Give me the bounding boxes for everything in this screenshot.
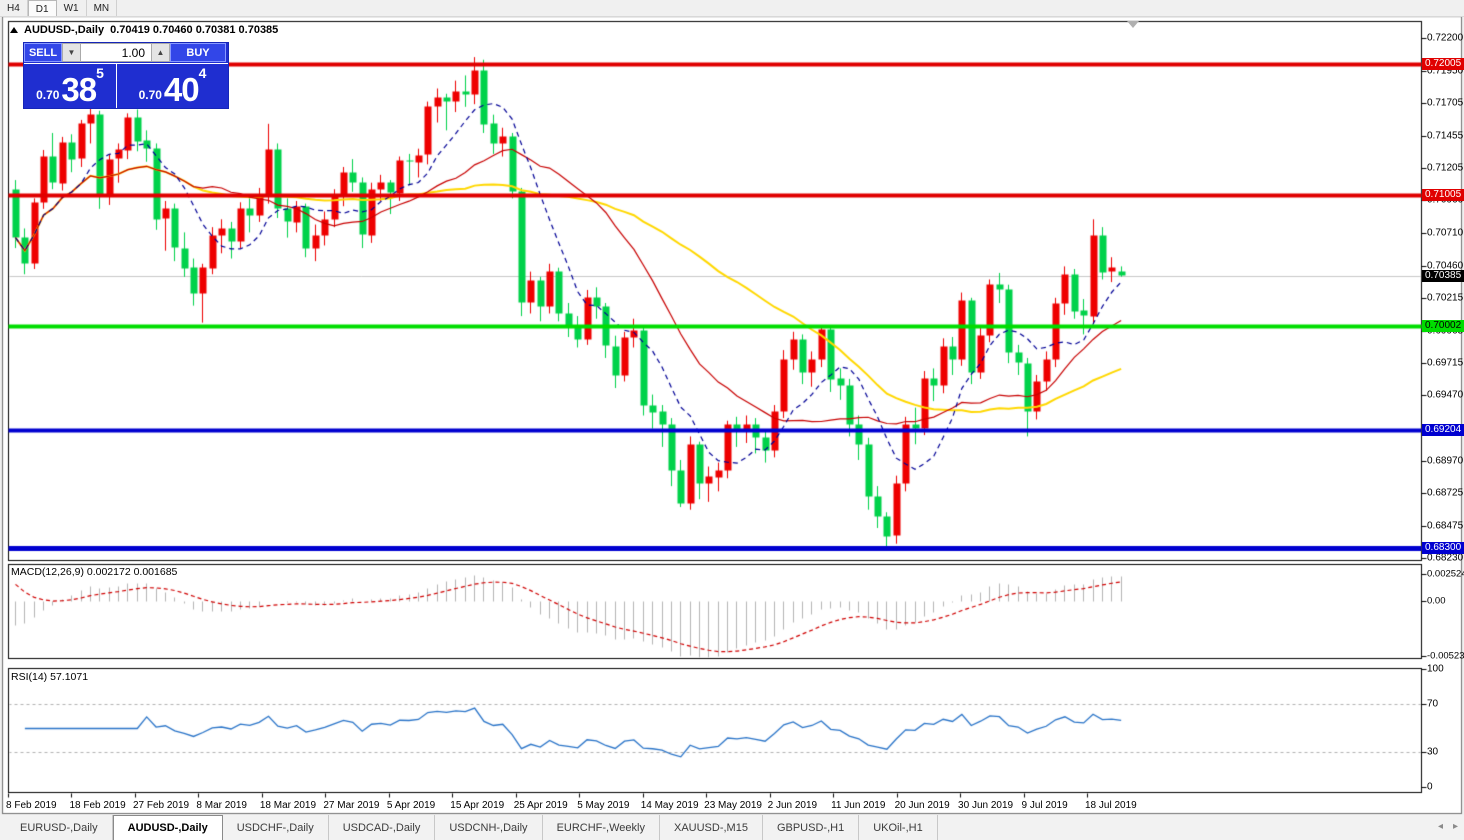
- price-axis-tick: 0.71205: [1427, 162, 1464, 174]
- price-axis-tick: 0.70215: [1427, 292, 1464, 304]
- date-axis-label: 8 Feb 2019: [6, 800, 57, 811]
- volume-increment-icon[interactable]: ▲: [151, 43, 170, 62]
- date-axis-label: 25 Apr 2019: [513, 800, 568, 811]
- chart-tab-audusd-daily[interactable]: AUDUSD-,Daily: [112, 815, 223, 840]
- price-axis-badge: 0.69204: [1422, 424, 1464, 437]
- buy-button[interactable]: BUY: [170, 43, 226, 62]
- date-axis-label: 18 Feb 2019: [69, 800, 126, 811]
- date-axis-label: 5 Apr 2019: [386, 800, 436, 811]
- timeframe-toolbar: H4 D1 W1 MN: [0, 0, 1464, 17]
- price-axis-badge: 0.68300: [1422, 542, 1464, 555]
- date-axis-label: 5 May 2019: [577, 800, 630, 811]
- price-axis-tick: 0.68475: [1427, 520, 1464, 532]
- price-axis-tick: 0.70710: [1427, 227, 1464, 239]
- date-axis-label: 18 Jul 2019: [1084, 800, 1137, 811]
- date-axis-label: 18 Mar 2019: [259, 800, 317, 811]
- date-axis-label: 30 Jun 2019: [958, 800, 1014, 811]
- date-axis-label: 27 Feb 2019: [132, 800, 190, 811]
- macd-label: MACD(12,26,9) 0.002172 0.001685: [11, 566, 178, 578]
- rsi-axis-tick: 30: [1427, 746, 1439, 758]
- price-axis-tick: 0.71705: [1427, 97, 1464, 109]
- chart-ohlc-values: 0.70419 0.70460 0.70381 0.70385: [110, 24, 279, 36]
- date-axis-label: 9 Jul 2019: [1021, 800, 1068, 811]
- macd-axis-tick: -0.005234: [1427, 650, 1464, 662]
- price-axis-badge: 0.72005: [1422, 57, 1464, 70]
- tab-scroll-arrows: ◂ ▸: [1438, 818, 1458, 836]
- volume-decrement-icon[interactable]: ▼: [62, 43, 81, 62]
- timeframe-button-mn[interactable]: MN: [87, 0, 118, 16]
- buy-price-prefix: 0.70: [138, 88, 162, 102]
- chart-tab-eurchf-weekly[interactable]: EURCHF-,Weekly: [543, 815, 660, 840]
- sell-price-sup: 5: [96, 65, 104, 81]
- price-axis-tick: 0.71455: [1427, 130, 1464, 142]
- date-axis-label: 2 Jun 2019: [767, 800, 818, 811]
- date-axis-label: 8 Mar 2019: [196, 800, 247, 811]
- buy-price-big: 40: [163, 71, 200, 108]
- volume-input[interactable]: 1.00: [81, 43, 151, 62]
- macd-axis-tick: 0.002524: [1427, 568, 1464, 580]
- date-axis-label: 15 Apr 2019: [450, 800, 505, 811]
- chart-tab-ukoil-h1[interactable]: UKOil-,H1: [859, 815, 938, 840]
- chart-tab-eurusd-daily[interactable]: EURUSD-,Daily: [6, 815, 113, 840]
- buy-price[interactable]: 0.70 40 4: [117, 63, 228, 108]
- date-axis-label: 11 Jun 2019: [831, 800, 886, 811]
- chart-tab-usdchf-daily[interactable]: USDCHF-,Daily: [223, 815, 329, 840]
- date-axis-label: 27 Mar 2019: [323, 800, 380, 811]
- sell-button[interactable]: SELL: [24, 43, 62, 62]
- date-axis-label: 20 Jun 2019: [894, 800, 950, 811]
- chart-tabbar: EURUSD-,Daily AUDUSD-,Daily USDCHF-,Daily U…: [0, 815, 1464, 840]
- timeframe-button-h4[interactable]: H4: [0, 0, 28, 16]
- sell-price-big: 38: [61, 71, 97, 108]
- one-click-trade-panel: SELL ▼ 1.00 ▲ BUY 0.70 38 5 0.70 40 4: [24, 43, 228, 108]
- rsi-axis-tick: 70: [1427, 698, 1439, 710]
- sell-price-prefix: 0.70: [36, 88, 60, 102]
- price-axis-tick: 0.69715: [1427, 357, 1464, 369]
- price-axis-tick: 0.72200: [1427, 32, 1464, 44]
- chart-tab-xauusd-m15[interactable]: XAUUSD-,M15: [660, 815, 763, 840]
- price-chart-canvas[interactable]: [0, 0, 1464, 840]
- rsi-label: RSI(14) 57.1071: [11, 671, 89, 683]
- price-axis-tick: 0.68725: [1427, 487, 1464, 499]
- macd-axis-tick: 0.00: [1427, 595, 1446, 607]
- price-axis-badge: 0.70002: [1422, 319, 1464, 332]
- rsi-axis-tick: 100: [1427, 663, 1444, 675]
- chart-tab-usdcnh-daily[interactable]: USDCNH-,Daily: [435, 815, 543, 840]
- timeframe-button-w1[interactable]: W1: [57, 0, 87, 16]
- price-axis-badge: 0.71005: [1422, 188, 1464, 201]
- tab-scroll-left-icon[interactable]: ◂: [1438, 818, 1443, 836]
- chart-tab-usdcad-daily[interactable]: USDCAD-,Daily: [329, 815, 436, 840]
- price-axis-badge: 0.70385: [1422, 269, 1464, 282]
- buy-price-sup: 4: [198, 65, 207, 81]
- price-axis-tick: 0.68970: [1427, 455, 1464, 467]
- chart-symbol: AUDUSD-,Daily: [24, 24, 105, 36]
- date-axis-label: 23 May 2019: [704, 800, 762, 811]
- date-axis-label: 14 May 2019: [640, 800, 699, 811]
- symbol-triangle-icon: [10, 27, 18, 33]
- chart-shift-marker-icon: [1127, 21, 1139, 28]
- chart-title: AUDUSD-,Daily 0.70419 0.70460 0.70381 0.…: [10, 24, 278, 36]
- timeframe-button-d1[interactable]: D1: [27, 0, 57, 16]
- sell-price[interactable]: 0.70 38 5: [24, 63, 117, 108]
- rsi-axis-tick: 0: [1427, 781, 1433, 793]
- tab-scroll-right-icon[interactable]: ▸: [1453, 818, 1458, 836]
- price-axis-tick: 0.69470: [1427, 389, 1464, 401]
- chart-tab-gbpusd-h1[interactable]: GBPUSD-,H1: [763, 815, 860, 840]
